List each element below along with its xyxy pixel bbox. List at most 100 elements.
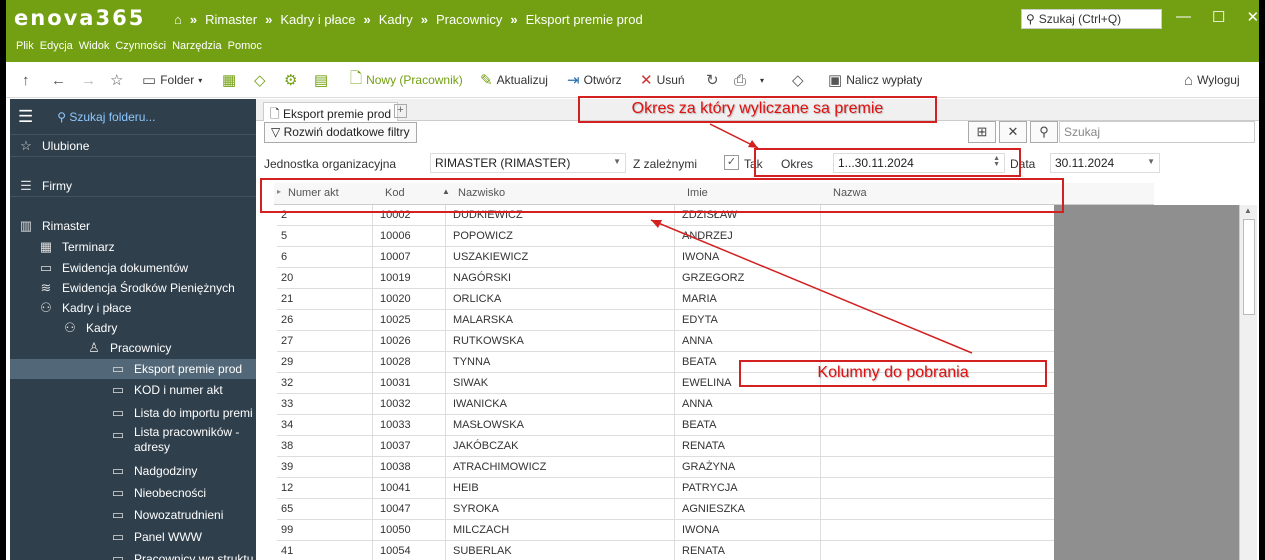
logout-button[interactable]: ⌂ Wyloguj [1184, 62, 1240, 98]
table-cell: IWANICKA [453, 398, 507, 410]
table-row[interactable]: 20 10019 NAGÓRSKI GRZEGORZ [277, 268, 1054, 289]
table-row[interactable]: 33 10032 IWANICKA ANNA [277, 394, 1054, 415]
menu-plik[interactable]: Plik [16, 40, 34, 52]
table-row[interactable]: 65 10047 SYROKA AGNIESZKA [277, 499, 1054, 520]
minimize-icon[interactable]: — [1176, 8, 1191, 26]
with-children-checkbox[interactable]: ✓ [724, 155, 739, 170]
sidebar-item-ewidencja-dokumentow[interactable]: ▭ Ewidencja dokumentów [10, 258, 188, 278]
advanced-search-icon[interactable]: ⚲ [1030, 121, 1058, 143]
table-row[interactable]: 38 10037 JAKÓBCZAK RENATA [277, 436, 1054, 457]
table-row[interactable]: 2 10002 DUDKIEWICZ ZDZISŁAW [277, 205, 1054, 226]
folder-button[interactable]: ▭ Folder ▾ [142, 62, 202, 98]
label-icon[interactable]: ◇ [792, 62, 804, 98]
menu-czynnosci[interactable]: Czynności [115, 40, 166, 52]
back-icon[interactable]: ← [51, 62, 66, 98]
grid-search-input[interactable]: Szukaj [1059, 121, 1255, 143]
sidebar-item-ulubione[interactable]: ☆ Ulubione [10, 135, 256, 157]
tab-eksport-premie-prod[interactable]: 🗋 Eksport premie prod [263, 102, 399, 121]
table-cell: 10047 [380, 503, 411, 515]
tag-icon[interactable]: ◇ [254, 62, 266, 98]
delete-button[interactable]: ✕ Usuń [640, 62, 685, 98]
table-row[interactable]: 21 10020 ORLICKA MARIA [277, 289, 1054, 310]
favorite-star-icon[interactable]: ☆ [110, 62, 123, 98]
spinner-icon[interactable]: ▲ ▼ [993, 155, 1000, 168]
up-icon[interactable]: ↑ [22, 62, 30, 98]
column-chooser-icon[interactable]: ⊞ [968, 121, 996, 143]
col-nazwisko[interactable]: Nazwisko [458, 187, 505, 199]
sidebar-item-ewidencja-srodkow[interactable]: ≋ Ewidencja Środków Pieniężnych [10, 278, 235, 298]
table-row[interactable]: 27 10026 RUTKOWSKA ANNA [277, 331, 1054, 352]
period-input[interactable]: 1...30.11.2024 ▲ ▼ [833, 153, 1005, 173]
close-icon[interactable]: ✕ [1246, 8, 1259, 26]
grid-view-icon[interactable]: ▦ [222, 62, 236, 98]
breadcrumb-item[interactable]: Rimaster [205, 12, 257, 27]
breadcrumb-item[interactable]: Kadry i płace [280, 12, 355, 27]
scroll-thumb[interactable] [1243, 219, 1255, 315]
table-row[interactable]: 34 10033 MASŁOWSKA BEATA [277, 415, 1054, 436]
table-row[interactable]: 26 10025 MALARSKA EDYTA [277, 310, 1054, 331]
sidebar-item-eksport-premie-prod[interactable]: ▭ Eksport premie prod [10, 359, 256, 379]
menu-narzedzia[interactable]: Narzędzia [172, 40, 222, 52]
toolbar: ↑ ← → ☆ ▭ Folder ▾ ▦ ◇ ⚙ ▤ 🗋 Nowy (Pracow… [6, 62, 1259, 98]
menu-widok[interactable]: Widok [79, 40, 110, 52]
global-search-input[interactable]: ⚲ Szukaj (Ctrl+Q) [1021, 9, 1162, 29]
table-row[interactable]: 6 10007 USZAKIEWICZ IWONA [277, 247, 1054, 268]
sidebar-item-pracownicy[interactable]: ♙ Pracownicy [10, 338, 171, 358]
new-employee-button[interactable]: 🗋 Nowy (Pracownik) [350, 62, 463, 98]
sidebar-item-kadry-i-place[interactable]: ⚇ Kadry i płace [10, 298, 131, 318]
filter-settings-icon[interactable]: ⚙ [284, 62, 297, 98]
breadcrumb-item[interactable]: Pracownicy [436, 12, 502, 27]
hamburger-icon[interactable]: ☰ [18, 107, 33, 127]
col-imie[interactable]: Imie [687, 187, 708, 199]
list-settings-icon[interactable]: ▤ [314, 62, 328, 98]
table-row[interactable]: 99 10050 MILCZACH IWONA [277, 520, 1054, 541]
column-divider [674, 205, 675, 560]
table-row[interactable]: 39 10038 ATRACHIMOWICZ GRAŻYNA [277, 457, 1054, 478]
table-row[interactable]: 5 10006 POPOWICZ ANDRZEJ [277, 226, 1054, 247]
sidebar-item-panel-www[interactable]: ▭ Panel WWW [10, 527, 202, 547]
table-cell: SUBERLAK [453, 545, 512, 557]
unit-select[interactable]: RIMASTER (RIMASTER) ▼ [430, 153, 626, 173]
folder-search-input[interactable]: ⚲ Szukaj folderu... [57, 110, 155, 124]
menu-pomoc[interactable]: Pomoc [228, 40, 262, 52]
folder-icon: ▭ [142, 72, 157, 89]
table-row[interactable]: 41 10054 SUBERLAK RENATA [277, 541, 1054, 560]
sidebar-item-terminarz[interactable]: ▦ Terminarz [10, 237, 115, 257]
sidebar-item-lista-do-importu[interactable]: ▭ Lista do importu premi [10, 403, 253, 423]
date-select[interactable]: 30.11.2024 ▼ [1050, 153, 1160, 173]
breadcrumb-item[interactable]: Eksport premie prod [526, 12, 643, 27]
table-row[interactable]: 12 10041 HEIB PATRYCJA [277, 478, 1054, 499]
open-icon: ⇥ [567, 72, 580, 89]
table-cell: 10019 [380, 272, 411, 284]
sidebar-item-rimaster[interactable]: ▥ Rimaster [10, 216, 90, 236]
col-nazwa[interactable]: Nazwa [833, 187, 867, 199]
maximize-icon[interactable]: ☐ [1212, 8, 1225, 26]
menu-edycja[interactable]: Edycja [40, 40, 73, 52]
open-button[interactable]: ⇥ Otwórz [567, 62, 622, 98]
breadcrumb-item[interactable]: Kadry [379, 12, 413, 27]
home-icon[interactable]: ⌂ [174, 12, 182, 27]
forward-icon[interactable]: → [81, 62, 96, 98]
add-tab-icon[interactable]: + [394, 104, 407, 118]
sidebar-item-lista-pracownikow-adresy[interactable]: ▭ Lista pracowników - adresy [10, 425, 240, 459]
clear-filter-icon[interactable]: ✕ [999, 121, 1027, 143]
scroll-up-icon[interactable]: ▲ [1244, 206, 1252, 215]
grid-empty-area [1054, 205, 1239, 560]
sidebar-item-kadry[interactable]: ⚇ Kadry [10, 318, 117, 338]
calculate-payroll-button[interactable]: ▣ Nalicz wypłaty [828, 62, 922, 98]
sidebar-item-firmy[interactable]: ☰ Firmy [10, 175, 256, 197]
folder-icon: ▭ [111, 382, 125, 397]
col-kod[interactable]: Kod [385, 187, 405, 199]
sidebar-item-kod-i-numer-akt[interactable]: ▭ KOD i numer akt [10, 380, 223, 400]
print-icon[interactable]: ⎙ ▾ [734, 62, 764, 98]
sidebar-item-nieobecnosci[interactable]: ▭ Nieobecności [10, 483, 206, 503]
refresh-icon[interactable]: ↻ [706, 62, 719, 98]
col-numer-akt[interactable]: Numer akt [288, 187, 339, 199]
sidebar-item-nowozatrudnieni[interactable]: ▭ Nowozatrudnieni [10, 505, 224, 525]
update-button[interactable]: ✎ Aktualizuj [480, 62, 548, 98]
sidebar-item-nadgodziny[interactable]: ▭ Nadgodziny [10, 461, 198, 481]
expand-filters-button[interactable]: ▽ Rozwiń dodatkowe filtry [264, 122, 417, 143]
main-panel: 🗋 Eksport premie prod + ▽ Rozwiń dodatko… [256, 99, 1259, 560]
vertical-scrollbar[interactable]: ▲ [1239, 205, 1257, 560]
sidebar-item-pracownicy-wg-struktury[interactable]: ▭ Pracownicy wg struktu [10, 549, 254, 560]
